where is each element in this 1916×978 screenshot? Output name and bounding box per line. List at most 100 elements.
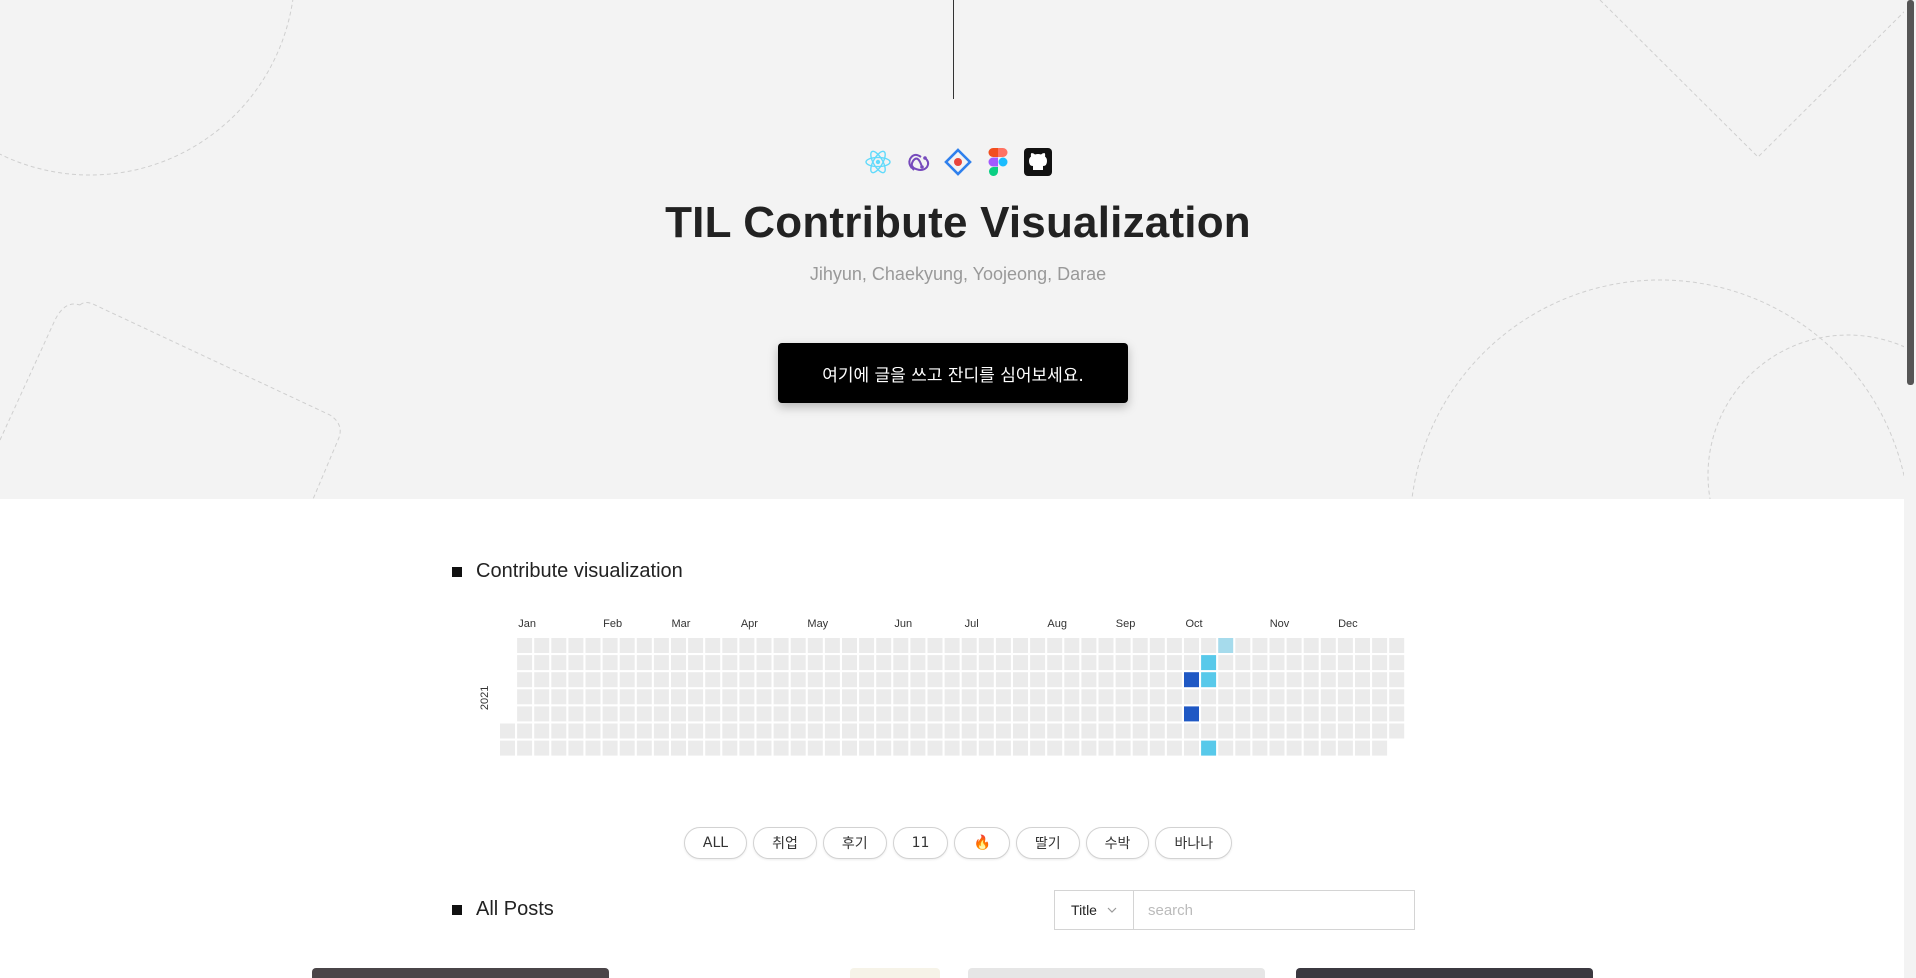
heatmap-cell[interactable]: [1372, 655, 1388, 671]
tag-chip[interactable]: ALL: [683, 827, 748, 859]
heatmap-cell[interactable]: [893, 706, 909, 722]
heatmap-cell[interactable]: [910, 706, 926, 722]
heatmap-cell[interactable]: [893, 672, 909, 688]
heatmap-cell[interactable]: [773, 672, 789, 688]
heatmap-cell[interactable]: [859, 689, 875, 705]
heatmap-cell[interactable]: [910, 689, 926, 705]
heatmap-cell[interactable]: [739, 638, 755, 653]
heatmap-cell[interactable]: [978, 672, 994, 688]
heatmap-cell[interactable]: [876, 655, 892, 671]
heatmap-cell[interactable]: [1149, 740, 1165, 756]
heatmap-cell[interactable]: [927, 740, 943, 756]
heatmap-cell[interactable]: [1372, 689, 1388, 705]
heatmap-cell[interactable]: [1201, 655, 1217, 671]
heatmap-cell[interactable]: [534, 723, 550, 739]
heatmap-cell[interactable]: [1115, 655, 1131, 671]
heatmap-cell[interactable]: [722, 655, 738, 671]
heatmap-cell[interactable]: [1013, 723, 1028, 739]
heatmap-cell[interactable]: [910, 723, 926, 739]
heatmap-cell[interactable]: [551, 655, 567, 671]
heatmap-cell[interactable]: [1355, 672, 1370, 688]
heatmap-cell[interactable]: [1252, 689, 1268, 705]
heatmap-cell[interactable]: [842, 740, 857, 756]
heatmap-cell[interactable]: [1355, 706, 1370, 722]
heatmap-cell[interactable]: [1166, 689, 1182, 705]
heatmap-cell[interactable]: [1115, 672, 1131, 688]
heatmap-cell[interactable]: [1286, 740, 1302, 756]
heatmap-cell[interactable]: [824, 638, 840, 653]
heatmap-cell[interactable]: [1013, 672, 1028, 688]
heatmap-cell[interactable]: [517, 740, 533, 756]
heatmap-cell[interactable]: [688, 740, 704, 756]
heatmap-cell[interactable]: [722, 740, 738, 756]
tag-chip[interactable]: 바나나: [1155, 827, 1233, 859]
heatmap-cell[interactable]: [739, 689, 755, 705]
heatmap-cell[interactable]: [705, 689, 721, 705]
heatmap-cell[interactable]: [619, 655, 635, 671]
heatmap-cell[interactable]: [688, 672, 704, 688]
heatmap-cell[interactable]: [1269, 638, 1285, 653]
heatmap-cell[interactable]: [1098, 740, 1114, 756]
heatmap-cell[interactable]: [893, 723, 909, 739]
heatmap-cell[interactable]: [961, 638, 977, 653]
heatmap-cell[interactable]: [568, 740, 584, 756]
heatmap-cell[interactable]: [1286, 655, 1302, 671]
heatmap-cell[interactable]: [722, 706, 738, 722]
heatmap-cell[interactable]: [1047, 740, 1063, 756]
heatmap-cell[interactable]: [1303, 655, 1319, 671]
heatmap-cell[interactable]: [688, 723, 704, 739]
heatmap-cell[interactable]: [1030, 638, 1046, 653]
search-input[interactable]: [1134, 891, 1414, 929]
heatmap-cell[interactable]: [1115, 706, 1131, 722]
heatmap-cell[interactable]: [978, 689, 994, 705]
heatmap-cell[interactable]: [807, 672, 823, 688]
heatmap-cell[interactable]: [842, 723, 857, 739]
heatmap-cell[interactable]: [1064, 689, 1080, 705]
heatmap-cell[interactable]: [653, 655, 669, 671]
heatmap-cell[interactable]: [1303, 672, 1319, 688]
heatmap-cell[interactable]: [568, 655, 584, 671]
heatmap-cell[interactable]: [1030, 655, 1046, 671]
heatmap-cell[interactable]: [927, 638, 943, 653]
heatmap-cell[interactable]: [517, 706, 533, 722]
heatmap-cell[interactable]: [705, 706, 721, 722]
heatmap-cell[interactable]: [807, 740, 823, 756]
heatmap-cell[interactable]: [1013, 706, 1028, 722]
heatmap-cell[interactable]: [653, 638, 669, 653]
heatmap-cell[interactable]: [739, 723, 755, 739]
heatmap-cell[interactable]: [1355, 740, 1370, 756]
heatmap-cell[interactable]: [756, 740, 772, 756]
heatmap-cell[interactable]: [1303, 740, 1319, 756]
heatmap-cell[interactable]: [790, 723, 806, 739]
heatmap-cell[interactable]: [1252, 638, 1268, 653]
heatmap-cell[interactable]: [1303, 706, 1319, 722]
heatmap-cell[interactable]: [534, 689, 550, 705]
heatmap-cell[interactable]: [517, 689, 533, 705]
heatmap-cell[interactable]: [1030, 706, 1046, 722]
heatmap-cell[interactable]: [1184, 740, 1199, 756]
heatmap-cell[interactable]: [568, 672, 584, 688]
heatmap-cell[interactable]: [653, 706, 669, 722]
heatmap-cell[interactable]: [876, 689, 892, 705]
heatmap-cell[interactable]: [602, 706, 618, 722]
heatmap-cell[interactable]: [1320, 723, 1336, 739]
heatmap-cell[interactable]: [1098, 638, 1114, 653]
heatmap-cell[interactable]: [705, 638, 721, 653]
heatmap-cell[interactable]: [1286, 689, 1302, 705]
heatmap-cell[interactable]: [876, 740, 892, 756]
heatmap-cell[interactable]: [1081, 723, 1097, 739]
heatmap-cell[interactable]: [1372, 723, 1388, 739]
heatmap-cell[interactable]: [1201, 723, 1217, 739]
heatmap-cell[interactable]: [1218, 655, 1234, 671]
heatmap-cell[interactable]: [1235, 672, 1251, 688]
heatmap-cell[interactable]: [1389, 723, 1405, 739]
heatmap-cell[interactable]: [1149, 638, 1165, 653]
heatmap-cell[interactable]: [1372, 740, 1388, 756]
heatmap-cell[interactable]: [790, 706, 806, 722]
heatmap-cell[interactable]: [1013, 689, 1028, 705]
heatmap-cell[interactable]: [842, 638, 857, 653]
heatmap-cell[interactable]: [1047, 655, 1063, 671]
heatmap-cell[interactable]: [1064, 706, 1080, 722]
heatmap-cell[interactable]: [995, 723, 1011, 739]
heatmap-cell[interactable]: [1218, 740, 1234, 756]
